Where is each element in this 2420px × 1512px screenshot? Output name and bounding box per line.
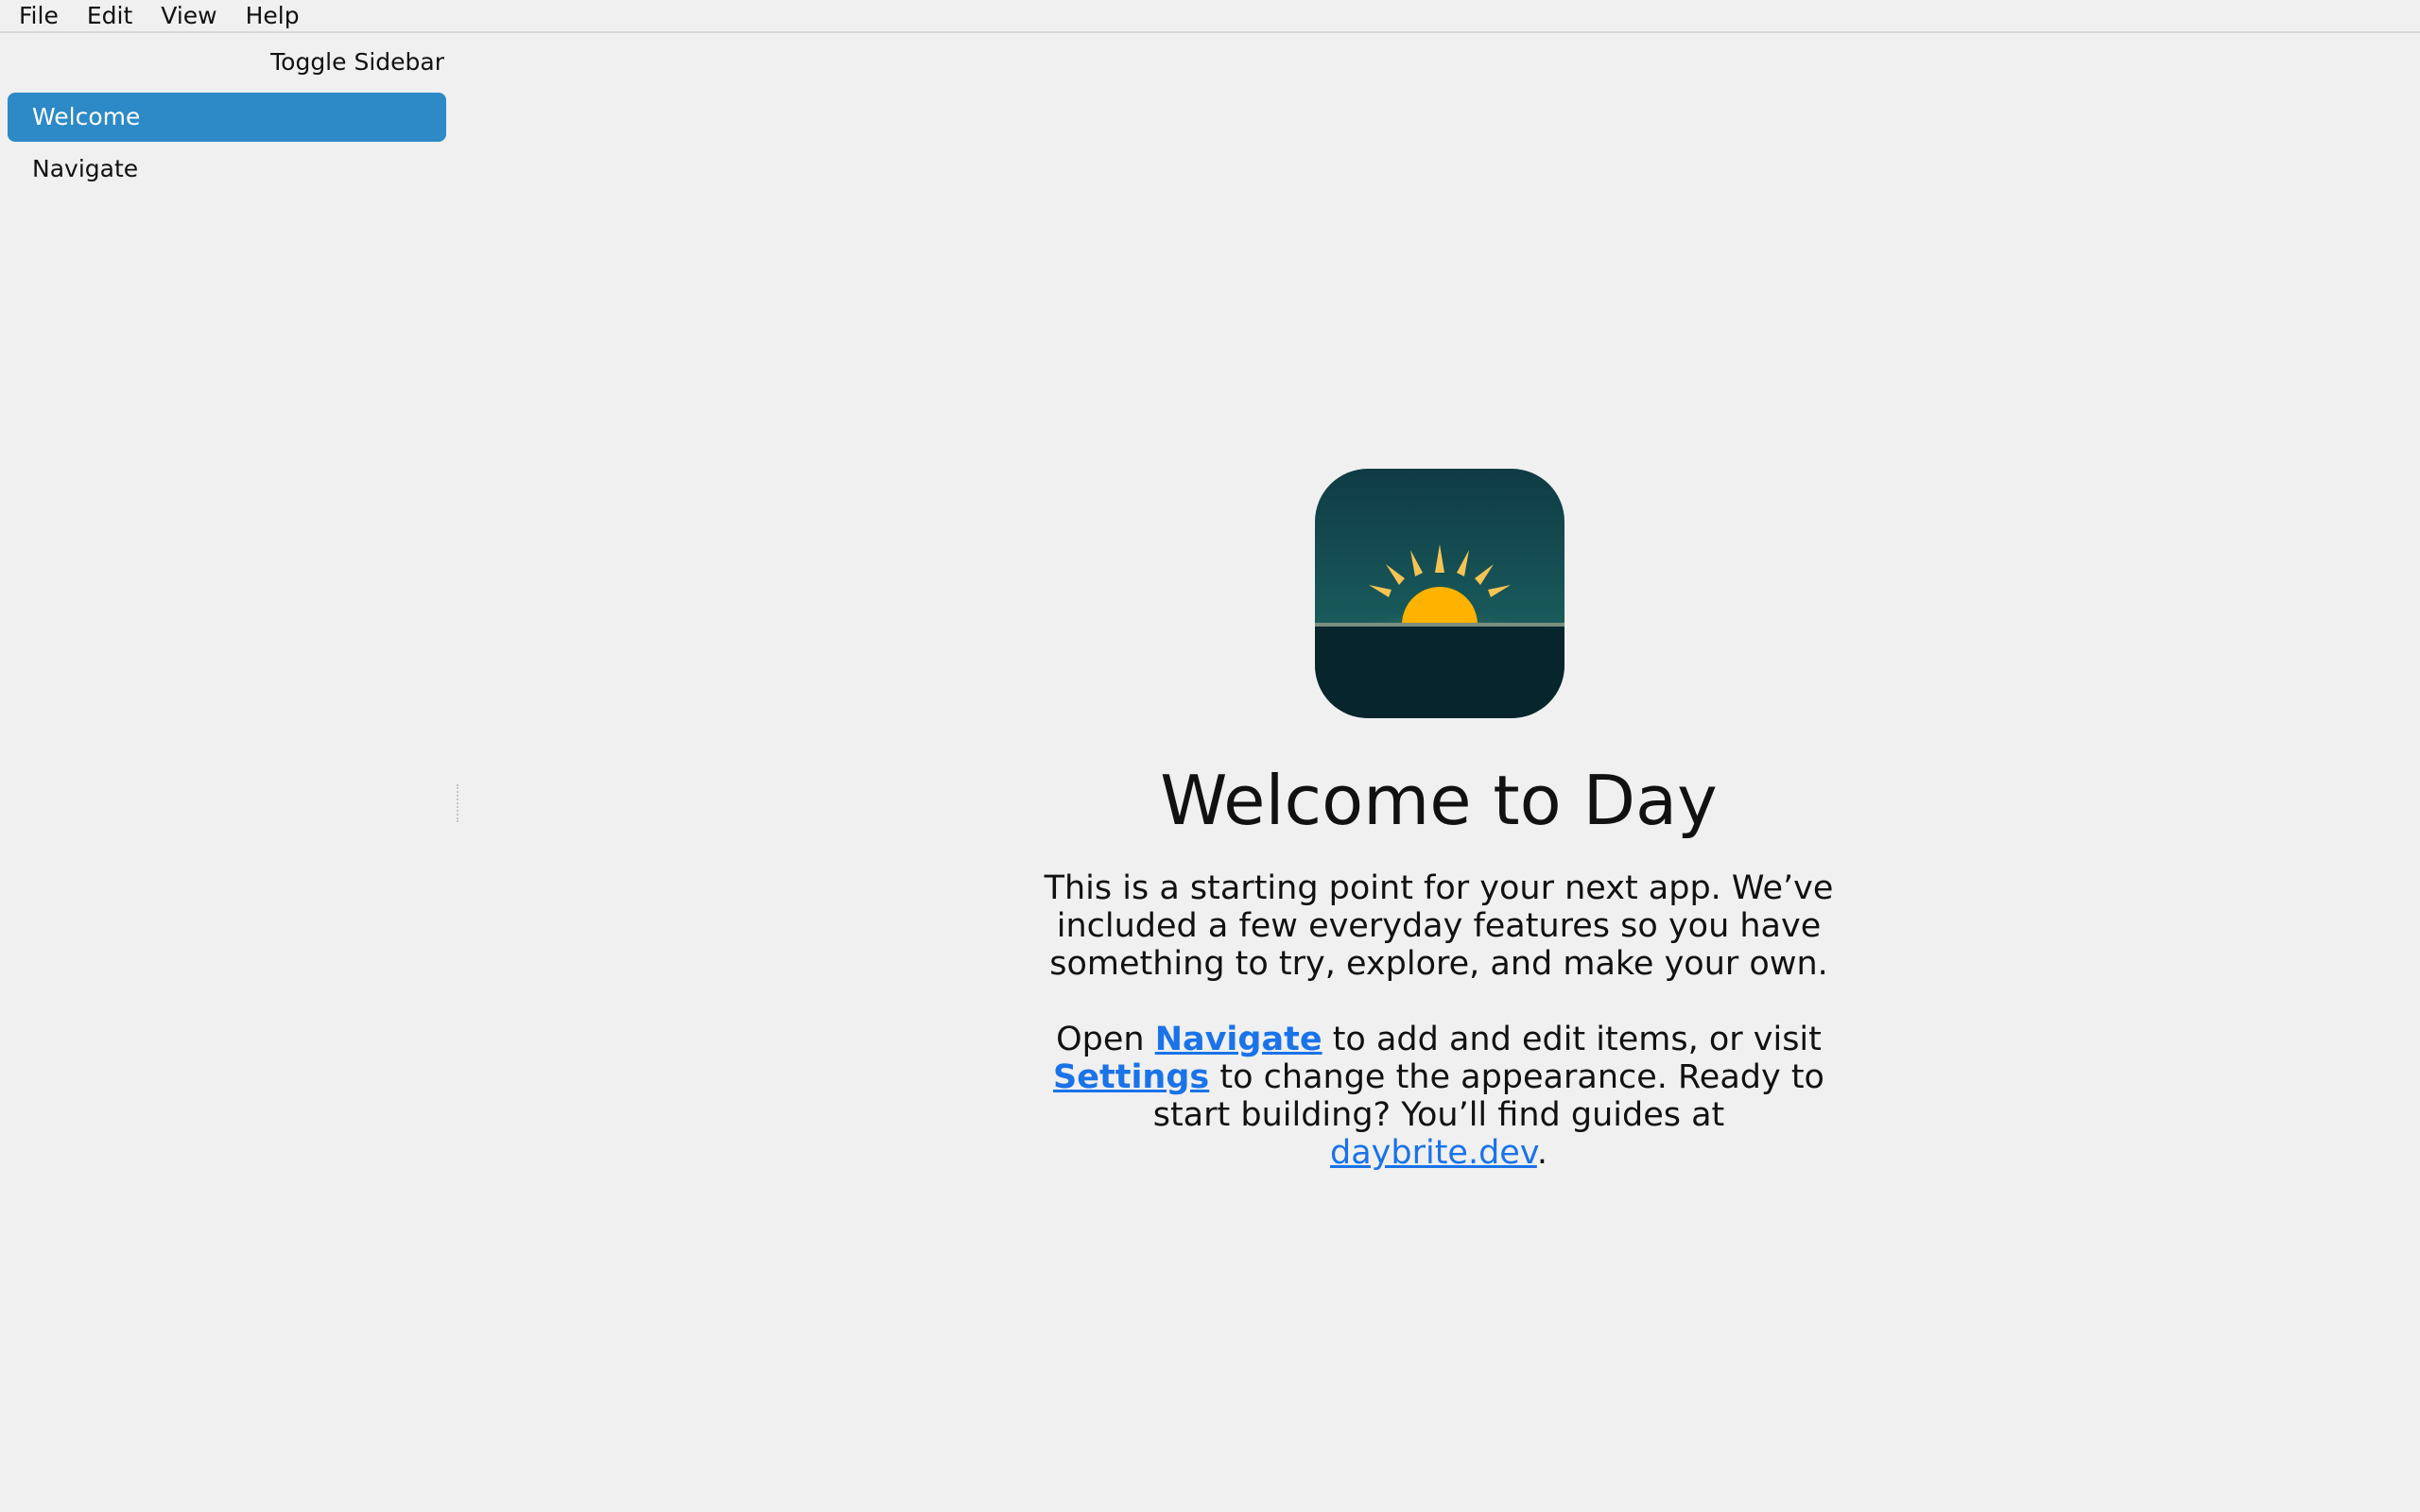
menu-file[interactable]: File: [19, 0, 59, 32]
open-text: Open: [1056, 1021, 1155, 1058]
menu-bar: File Edit View Help: [0, 0, 2420, 33]
sidebar-resize-handle[interactable]: [457, 784, 460, 822]
settings-link[interactable]: Settings: [1053, 1058, 1209, 1096]
menu-view[interactable]: View: [161, 0, 216, 32]
sidebar-item-welcome[interactable]: Welcome: [8, 93, 446, 142]
help-text: Open Navigate to add and edit items, or …: [1042, 1021, 1836, 1172]
sidebar: Toggle Sidebar Welcome Navigate: [0, 35, 454, 1512]
mid-text: to add and edit items, or visit: [1322, 1021, 1822, 1058]
menu-edit[interactable]: Edit: [87, 0, 132, 32]
website-link[interactable]: daybrite.dev: [1330, 1134, 1537, 1172]
sunrise-app-icon: [1315, 469, 1564, 718]
toggle-sidebar-button[interactable]: Toggle Sidebar: [270, 48, 444, 76]
menu-help[interactable]: Help: [246, 0, 300, 32]
end-text: .: [1536, 1134, 1547, 1172]
intro-text: This is a starting point for your next a…: [1044, 869, 1834, 983]
page-title: Welcome to Day: [1160, 761, 1718, 840]
after-settings-text: to change the appearance. Ready to start…: [1152, 1058, 1824, 1134]
navigate-link[interactable]: Navigate: [1155, 1021, 1322, 1058]
sidebar-item-navigate[interactable]: Navigate: [8, 145, 446, 194]
main-content: Welcome to Day This is a starting point …: [463, 35, 2420, 1512]
